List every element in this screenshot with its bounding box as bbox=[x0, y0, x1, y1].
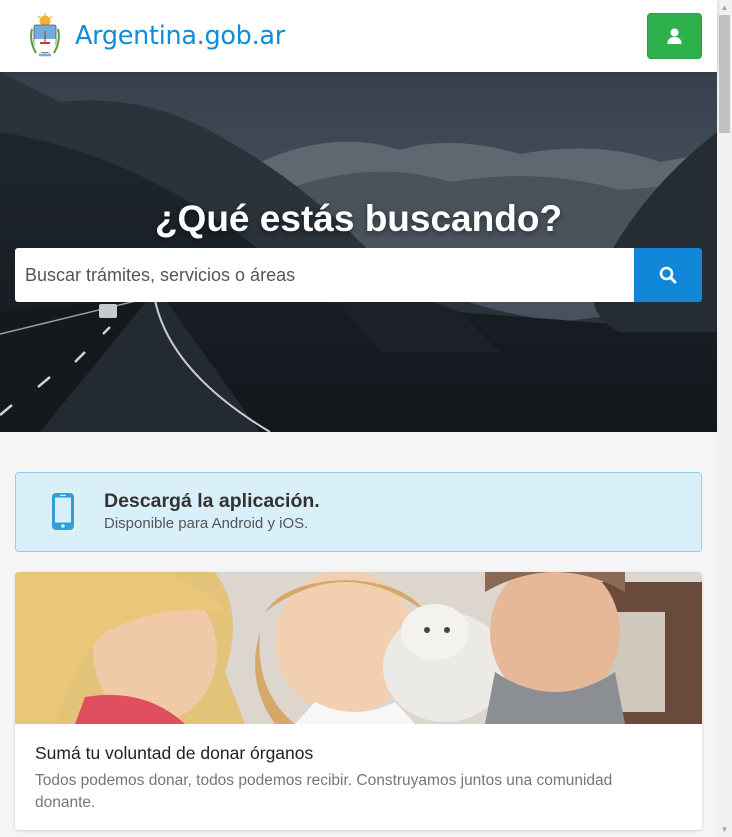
app-download-banner[interactable]: Descargá la aplicación. Disponible para … bbox=[15, 472, 702, 552]
hero-title: ¿Qué estás buscando? bbox=[154, 198, 563, 239]
user-icon bbox=[667, 28, 682, 44]
hero-section: ¿Qué estás buscando? bbox=[0, 72, 717, 432]
family-photo bbox=[15, 572, 702, 724]
site-header: Argentina.gob.ar bbox=[0, 0, 717, 72]
organ-donation-card[interactable]: Sumá tu voluntad de donar órganos Todos … bbox=[15, 572, 702, 830]
site-logo[interactable]: Argentina.gob.ar bbox=[28, 11, 285, 61]
coat-of-arms-icon bbox=[30, 13, 60, 57]
search-button[interactable] bbox=[634, 248, 702, 302]
login-button[interactable] bbox=[647, 13, 702, 59]
card-description: Todos podemos donar, todos podemos recib… bbox=[35, 772, 613, 811]
scroll-down-arrow-icon[interactable]: ▼ bbox=[717, 822, 732, 837]
brand-name: Argentina.gob.ar bbox=[75, 21, 285, 51]
scroll-up-arrow-icon[interactable]: ▲ bbox=[717, 0, 732, 15]
search-icon bbox=[659, 266, 677, 284]
mobile-phone-icon bbox=[52, 493, 74, 530]
page-scrollbar[interactable]: ▲ ▼ bbox=[717, 0, 732, 837]
scrollbar-thumb[interactable] bbox=[719, 15, 730, 133]
app-banner-subtitle: Disponible para Android y iOS. bbox=[104, 515, 309, 532]
card-title: Sumá tu voluntad de donar órganos bbox=[35, 743, 314, 763]
search-input[interactable] bbox=[15, 248, 635, 302]
app-banner-title: Descargá la aplicación. bbox=[104, 490, 320, 512]
